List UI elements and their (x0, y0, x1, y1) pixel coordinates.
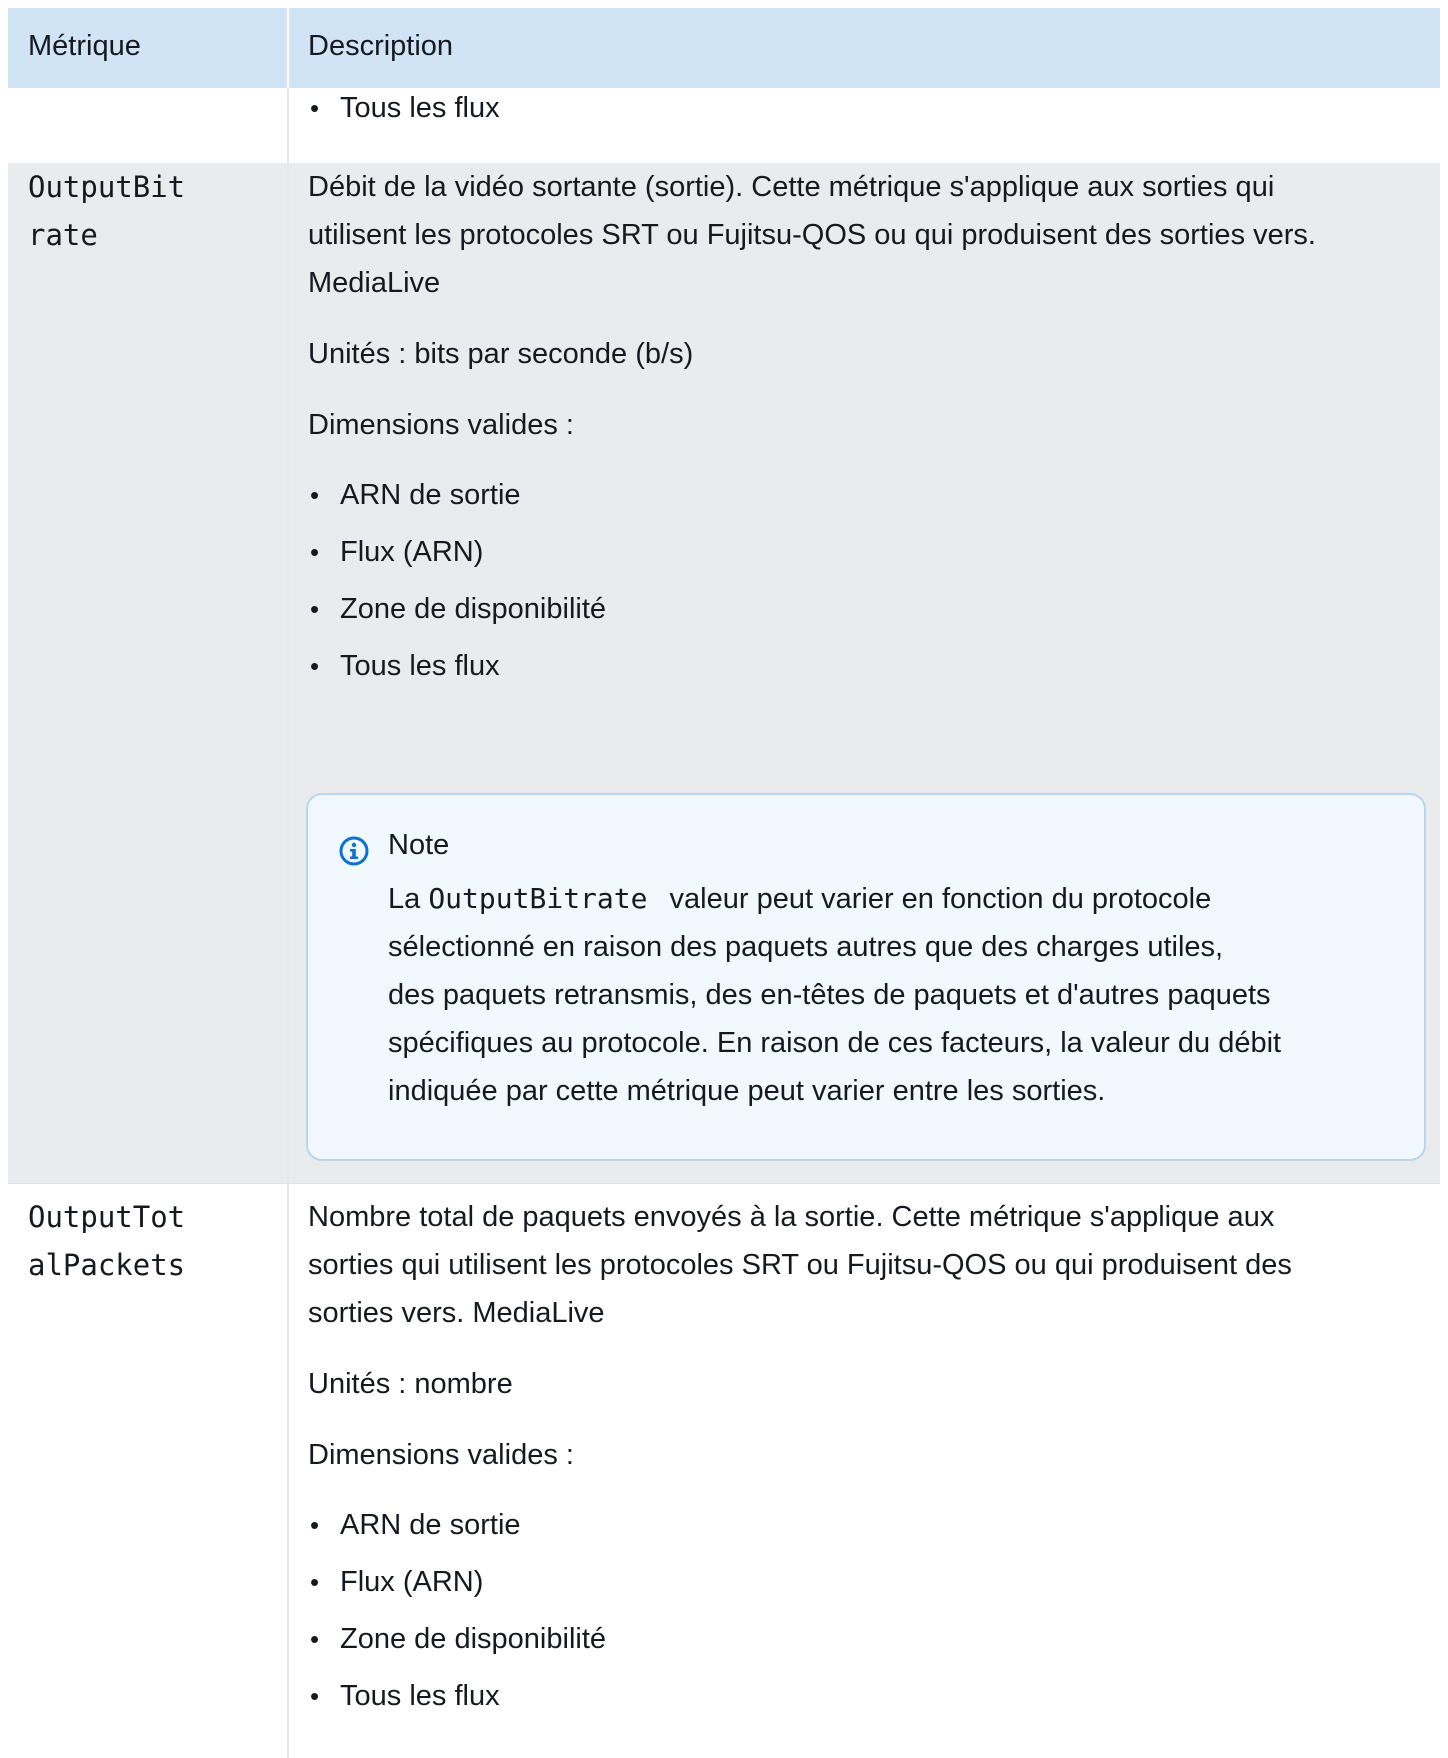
table-header: Métrique Description (8, 8, 1440, 88)
metric-name: OutputTot alPackets (28, 1200, 186, 1282)
units-text: Unités : bits par seconde (b/s) (308, 338, 694, 370)
description-text: Nombre total de paquets envoyés à la sor… (308, 1201, 1292, 1329)
dimension-list: ARN de sortie Flux (ARN) Zone de disponi… (308, 467, 1423, 695)
column-header-metric: Métrique (28, 30, 141, 62)
dimension-list: Tous les flux (308, 80, 1423, 137)
metric-description: Nombre total de paquets envoyés à la sor… (308, 1193, 1423, 1725)
note-text: La OutputBitrate valeur peut varier en f… (388, 882, 1282, 1107)
list-item: Zone de disponibilité (308, 581, 1423, 638)
description-text: Débit de la vidéo sortante (sortie). Cet… (308, 171, 1316, 299)
info-icon (339, 836, 369, 866)
table-row: Tous les flux (8, 80, 1440, 163)
inline-code: OutputBitrate (428, 882, 648, 915)
note-box: Note La OutputBitrate valeur peut varier… (306, 793, 1426, 1161)
list-item: Tous les flux (308, 638, 1423, 695)
dimensions-label: Dimensions valides : (308, 1439, 574, 1471)
metrics-table: Métrique Description Tous les flux Outpu… (8, 8, 1440, 1758)
units-text: Unités : nombre (308, 1368, 513, 1400)
list-item: Flux (ARN) (308, 524, 1423, 581)
list-item: Zone de disponibilité (308, 1611, 1423, 1668)
dimension-list: ARN de sortie Flux (ARN) Zone de disponi… (308, 1497, 1423, 1725)
table-row: OutputTot alPackets Nombre total de paqu… (8, 1183, 1440, 1758)
metric-name: OutputBit rate (28, 170, 186, 252)
list-item: Flux (ARN) (308, 1554, 1423, 1611)
list-item: Tous les flux (308, 80, 1423, 137)
metric-description: Débit de la vidéo sortante (sortie). Cet… (308, 163, 1423, 695)
dimensions-label: Dimensions valides : (308, 409, 574, 441)
table-row: OutputBit rate Débit de la vidéo sortant… (8, 163, 1440, 1183)
list-item: Tous les flux (308, 1668, 1423, 1725)
note-title: Note (388, 829, 450, 861)
column-divider (287, 88, 289, 1758)
header-divider (287, 8, 289, 88)
column-header-description: Description (308, 30, 454, 62)
list-item: ARN de sortie (308, 467, 1423, 524)
list-item: ARN de sortie (308, 1497, 1423, 1554)
row-divider (8, 1183, 1440, 1184)
